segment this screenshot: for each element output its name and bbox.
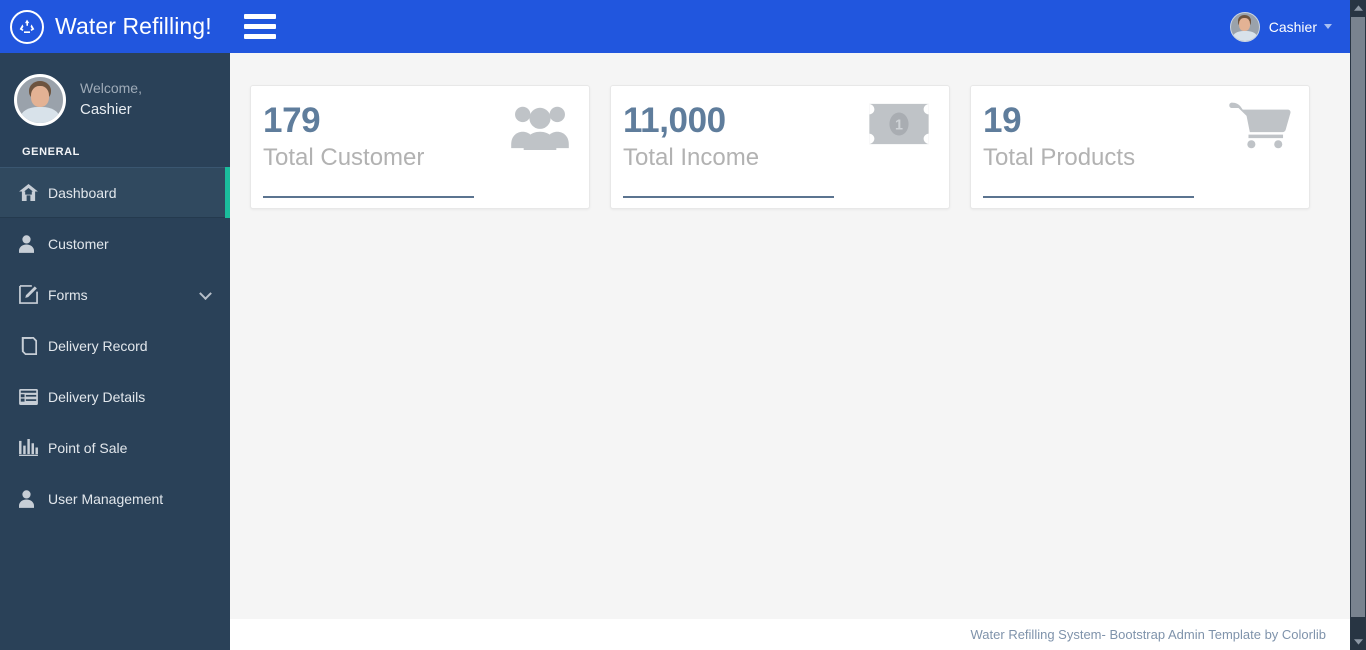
- book-icon: [19, 336, 41, 356]
- user-name-label: Cashier: [1268, 18, 1317, 35]
- hamburger-bar: [244, 14, 276, 19]
- sidebar-item-forms[interactable]: Forms: [0, 269, 230, 320]
- sidebar-item-label: Dashboard: [48, 184, 117, 201]
- top-navbar: Water Refilling! Cashier: [0, 0, 1350, 53]
- sidebar-profile: Welcome, Cashier: [0, 53, 230, 146]
- sidebar-profile-name: Cashier: [80, 101, 132, 118]
- stat-card-row: 179 Total Customer 11,000 Total Income 1…: [230, 53, 1350, 209]
- list-table-icon: [19, 387, 41, 407]
- home-icon: [19, 183, 41, 203]
- sidebar-item-label: Delivery Details: [48, 388, 146, 405]
- avatar: [14, 73, 66, 126]
- stat-label: Total Income: [623, 144, 760, 171]
- recycle-icon: [10, 9, 44, 44]
- sidebar-item-dashboard[interactable]: Dashboard: [0, 167, 230, 218]
- edit-square-icon: [19, 285, 41, 305]
- chevron-up-icon[interactable]: [1350, 0, 1366, 17]
- bar-chart-icon: [19, 438, 41, 458]
- sidebar-item-user-management[interactable]: User Management: [0, 473, 230, 524]
- sidebar-item-delivery-record[interactable]: Delivery Record: [0, 320, 230, 371]
- chevron-down-icon[interactable]: [199, 286, 212, 300]
- stat-underline: [983, 196, 1194, 198]
- vertical-scrollbar[interactable]: [1350, 0, 1366, 650]
- sidebar-item-delivery-details[interactable]: Delivery Details: [0, 371, 230, 422]
- stat-underline: [263, 196, 474, 198]
- scrollbar-thumb[interactable]: [1351, 17, 1365, 617]
- hamburger-icon[interactable]: [244, 12, 276, 42]
- sidebar-item-label: User Management: [48, 490, 164, 507]
- sidebar-section-label: GENERAL: [22, 146, 80, 158]
- welcome-label: Welcome,: [80, 80, 142, 96]
- page-footer: Water Refilling System- Bootstrap Admin …: [230, 619, 1350, 650]
- user-solid-icon: [19, 489, 41, 509]
- money-bill-icon: 1: [867, 102, 931, 146]
- stat-card-total-products[interactable]: 19 Total Products: [970, 85, 1310, 209]
- sidebar-item-point-of-sale[interactable]: Point of Sale: [0, 422, 230, 473]
- stat-card-total-income[interactable]: 11,000 Total Income 1: [610, 85, 950, 209]
- caret-down-icon: [1324, 24, 1332, 29]
- sidebar-profile-text: Welcome, Cashier: [80, 78, 142, 121]
- user-icon: [19, 234, 41, 254]
- avatar: [1229, 11, 1260, 42]
- sidebar-item-customer[interactable]: Customer: [0, 218, 230, 269]
- sidebar-item-label: Delivery Record: [48, 337, 148, 354]
- user-menu-button[interactable]: Cashier: [1229, 0, 1350, 53]
- hamburger-bar: [244, 24, 276, 29]
- sidebar-item-label: Forms: [48, 286, 88, 303]
- stat-card-total-customer[interactable]: 179 Total Customer: [250, 85, 590, 209]
- sidebar-item-label: Point of Sale: [48, 439, 128, 456]
- hamburger-bar: [244, 34, 276, 39]
- svg-text:1: 1: [895, 118, 903, 134]
- main-content: 179 Total Customer 11,000 Total Income 1…: [230, 53, 1350, 619]
- shopping-cart-icon: [1229, 102, 1291, 150]
- sidebar: Welcome, Cashier GENERAL Dashboard Custo…: [0, 53, 230, 650]
- users-group-icon: [509, 102, 571, 150]
- stat-underline: [623, 196, 834, 198]
- footer-text: Water Refilling System- Bootstrap Admin …: [970, 627, 1326, 642]
- sidebar-item-label: Customer: [48, 235, 109, 252]
- brand-logo-area[interactable]: Water Refilling!: [0, 0, 230, 53]
- chevron-down-icon[interactable]: [1350, 633, 1366, 650]
- brand-title: Water Refilling!: [55, 13, 212, 39]
